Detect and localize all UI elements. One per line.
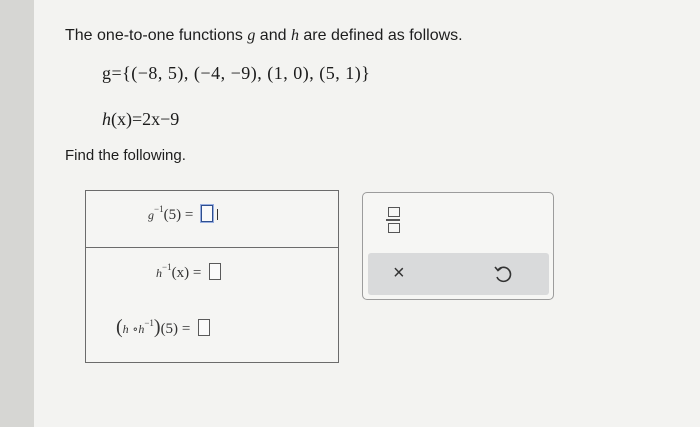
h-expression: =2x−9 [132, 109, 180, 129]
fn-h: h [122, 322, 129, 336]
equals-sign: = [184, 207, 194, 223]
and-text: and [255, 27, 291, 44]
intro-text: The one-to-one functions [65, 27, 248, 44]
composition-expression: (h ∘h−1)(5) = [116, 316, 211, 339]
g-definition: g={(−8, 5), (−4, −9), (1, 0), (5, 1)} [102, 63, 371, 83]
function-h-label: h [290, 27, 299, 44]
inverse-superscript: −1 [154, 204, 164, 214]
undo-icon[interactable] [492, 263, 514, 285]
answer-input-g-inverse[interactable] [201, 205, 214, 222]
inverse-superscript: −1 [144, 318, 154, 328]
equals-sign: = [192, 265, 202, 281]
math-toolbar: × [362, 192, 554, 300]
answer-input-composition[interactable] [198, 319, 211, 336]
text-cursor [217, 209, 219, 220]
h-name: h [102, 109, 111, 129]
argument: (5) [163, 207, 182, 223]
argument: (5) [160, 321, 179, 337]
answer-input-h-inverse[interactable] [209, 263, 222, 280]
h-definition: h(x)=2x−9 [102, 109, 179, 130]
open-paren: ( [116, 316, 123, 338]
close-icon[interactable]: × [393, 262, 405, 285]
find-label: Find the following. [65, 147, 186, 164]
fraction-icon[interactable] [385, 207, 403, 235]
equals-sign: = [181, 321, 191, 337]
h-argument: (x) [111, 109, 132, 129]
h-inverse-expression: h−1(x) = [156, 262, 222, 282]
row-divider [86, 247, 338, 248]
answer-table: g−1(5) = h−1(x) = (h ∘h−1)(5) = [85, 190, 339, 363]
close-paren: ) [153, 316, 161, 338]
intro-end-text: are defined as follows. [298, 27, 463, 44]
question-panel: The one-to-one functions g and h are def… [34, 0, 700, 427]
g-inverse-expression: g−1(5) = [148, 204, 219, 224]
argument: (x) [171, 265, 190, 281]
problem-statement: The one-to-one functions g and h are def… [65, 27, 463, 45]
action-bar: × [368, 253, 549, 295]
inverse-superscript: −1 [162, 262, 172, 272]
